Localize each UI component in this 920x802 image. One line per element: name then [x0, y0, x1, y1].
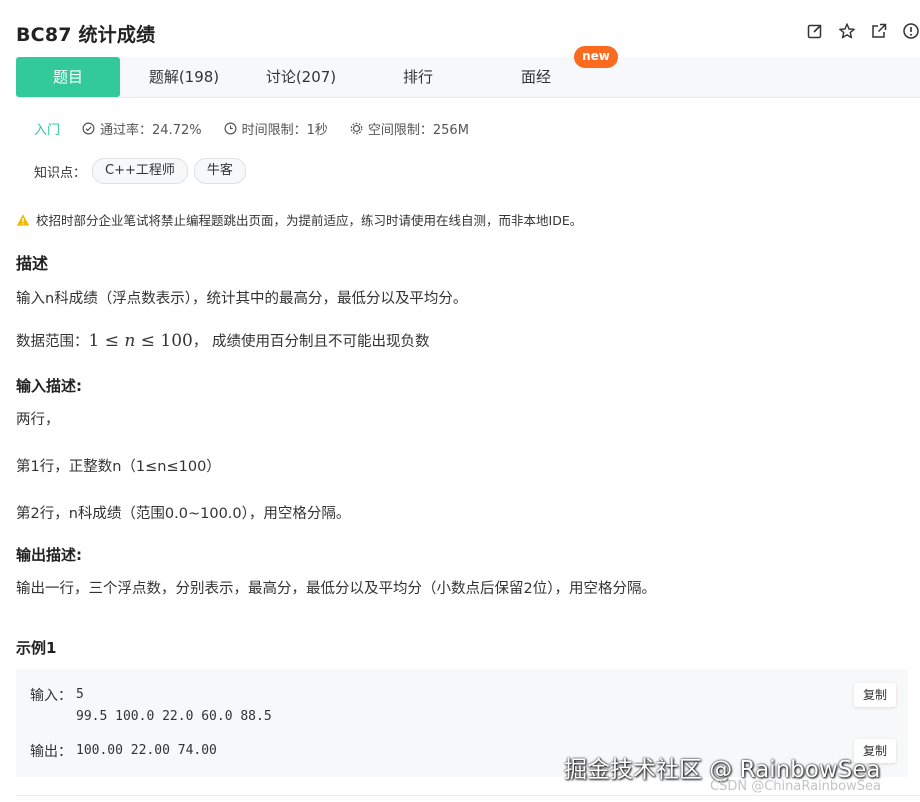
- output-desc-heading: 输出描述:: [16, 546, 82, 564]
- tab-ranking[interactable]: 排行: [366, 57, 470, 97]
- difficulty-level: 入门: [34, 123, 61, 138]
- notice-text: 校招时部分企业笔试将禁止编程题跳出页面，为提前适应，练习时请使用在线自测，而非本…: [36, 213, 583, 228]
- input-desc-line: 第1行，正整数n（1≤n≤100）: [16, 459, 221, 475]
- watermark-sub: CSDN @ChinaRainbowSea: [710, 779, 881, 794]
- problem-meta: 入门 通过率：24.72% 时间限制：1秒 空间限制：256M: [34, 119, 491, 138]
- data-range-prefix: 数据范围：: [16, 334, 89, 350]
- time-limit: 时间限制：1秒: [224, 119, 328, 138]
- tab-solutions[interactable]: 题解(198): [132, 57, 236, 97]
- page-title: BC87 统计成绩: [16, 24, 156, 46]
- pass-rate: 通过率：24.72%: [82, 119, 202, 138]
- pass-rate-text: 通过率：24.72%: [100, 123, 202, 138]
- input-desc-line: 第2行，n科成绩（范围0.0~100.0），用空格分隔。: [16, 506, 351, 522]
- example-input-line: 99.5 100.0 22.0 60.0 88.5: [76, 709, 272, 724]
- tab-problem[interactable]: 题目: [16, 57, 120, 97]
- math-le: ≤: [104, 331, 119, 351]
- edit-icon[interactable]: [806, 22, 824, 40]
- description-heading: 描述: [16, 254, 49, 273]
- data-range-suffix: ， 成绩使用百分制且不可能出现负数: [192, 334, 430, 350]
- exam-notice: 校招时部分企业笔试将禁止编程题跳出页面，为提前适应，练习时请使用在线自测，而非本…: [16, 210, 582, 229]
- input-desc-line: 两行，: [16, 412, 60, 428]
- info-icon[interactable]: [902, 22, 920, 40]
- output-desc-line: 输出一行，三个浮点数，分别表示，最高分，最低分以及平均分（小数点后保留2位），用…: [16, 581, 656, 597]
- description-text: 输入n科成绩（浮点数表示），统计其中的最高分，最低分以及平均分。: [16, 291, 468, 307]
- example-heading: 示例1: [16, 639, 57, 657]
- data-range: 数据范围：1 ≤ n ≤ 100， 成绩使用百分制且不可能出现负数: [16, 330, 429, 351]
- data-range-math: 1 ≤ n ≤ 100: [89, 331, 193, 351]
- open-external-icon[interactable]: [870, 22, 888, 40]
- math-high: 100: [160, 331, 193, 351]
- space-limit-text: 空间限制：256M: [367, 123, 469, 138]
- knowledge-chip[interactable]: 牛客: [193, 158, 246, 184]
- knowledge-label: 知识点：: [34, 165, 87, 181]
- math-var: n: [124, 331, 136, 351]
- new-badge: new: [574, 46, 618, 68]
- chip-icon: [350, 122, 363, 135]
- toolbar-icons: [806, 22, 920, 40]
- math-low: 1: [88, 331, 100, 351]
- star-icon[interactable]: [838, 22, 856, 40]
- knowledge-chip[interactable]: C++工程师: [92, 158, 188, 184]
- time-limit-text: 时间限制：1秒: [241, 123, 328, 138]
- clock-icon: [224, 122, 237, 135]
- input-desc-heading: 输入描述:: [16, 377, 82, 395]
- example-input-line: 5: [76, 687, 84, 702]
- example-output-line: 100.00 22.00 74.00: [76, 743, 217, 758]
- tab-interview[interactable]: 面经: [484, 57, 588, 97]
- warning-icon: [16, 213, 30, 226]
- divider: [16, 795, 920, 796]
- copy-input-button[interactable]: 复制: [854, 683, 896, 707]
- example-output-label: 输出：: [30, 744, 72, 760]
- tab-discussion[interactable]: 讨论(207): [249, 57, 353, 97]
- knowledge-points: 知识点： C++工程师 牛客: [34, 158, 246, 184]
- space-limit: 空间限制：256M: [350, 119, 469, 138]
- math-le: ≤: [140, 331, 155, 351]
- example-input-label: 输入：: [30, 688, 72, 704]
- check-circle-icon: [82, 122, 95, 135]
- tab-bar: 题目 题解(198) 讨论(207) 排行 面经: [16, 57, 920, 98]
